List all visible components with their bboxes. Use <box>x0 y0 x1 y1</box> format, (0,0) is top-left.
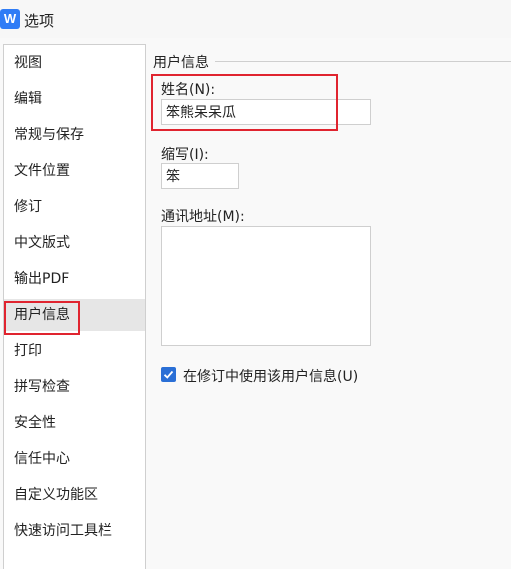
user-info-group-title: 用户信息 <box>153 55 209 71</box>
sidebar-item-customize-ribbon[interactable]: 自定义功能区 <box>4 479 145 511</box>
sidebar-item-chinese-layout[interactable]: 中文版式 <box>4 227 145 259</box>
address-label: 通讯地址(M): <box>161 209 245 225</box>
sidebar-item-quick-access-toolbar[interactable]: 快速访问工具栏 <box>4 515 145 547</box>
sidebar-item-general-save[interactable]: 常规与保存 <box>4 119 145 151</box>
options-sidebar: 视图 编辑 常规与保存 文件位置 修订 中文版式 输出PDF 用户信息 打印 拼… <box>3 44 146 569</box>
sidebar-item-user-info[interactable]: 用户信息 <box>4 299 145 331</box>
address-textarea[interactable] <box>161 226 371 346</box>
use-in-revisions-checkbox[interactable] <box>161 367 176 382</box>
name-input[interactable] <box>161 99 371 125</box>
name-label: 姓名(N): <box>161 82 216 98</box>
sidebar-item-file-location[interactable]: 文件位置 <box>4 155 145 187</box>
checkmark-icon <box>163 370 174 379</box>
wps-app-icon: W <box>0 9 20 29</box>
initials-input[interactable] <box>161 163 239 189</box>
title-bar: W 选项 <box>0 0 511 38</box>
use-in-revisions-label[interactable]: 在修订中使用该用户信息(U) <box>183 366 358 386</box>
sidebar-item-trust-center[interactable]: 信任中心 <box>4 443 145 475</box>
sidebar-item-security[interactable]: 安全性 <box>4 407 145 439</box>
group-divider <box>215 61 511 62</box>
sidebar-item-edit[interactable]: 编辑 <box>4 83 145 115</box>
sidebar-item-spell-check[interactable]: 拼写检查 <box>4 371 145 403</box>
initials-label: 缩写(I): <box>161 147 209 163</box>
sidebar-item-print[interactable]: 打印 <box>4 335 145 367</box>
window-title: 选项 <box>24 12 55 30</box>
sidebar-item-export-pdf[interactable]: 输出PDF <box>4 263 145 295</box>
sidebar-item-view[interactable]: 视图 <box>4 47 145 79</box>
sidebar-item-revisions[interactable]: 修订 <box>4 191 145 223</box>
